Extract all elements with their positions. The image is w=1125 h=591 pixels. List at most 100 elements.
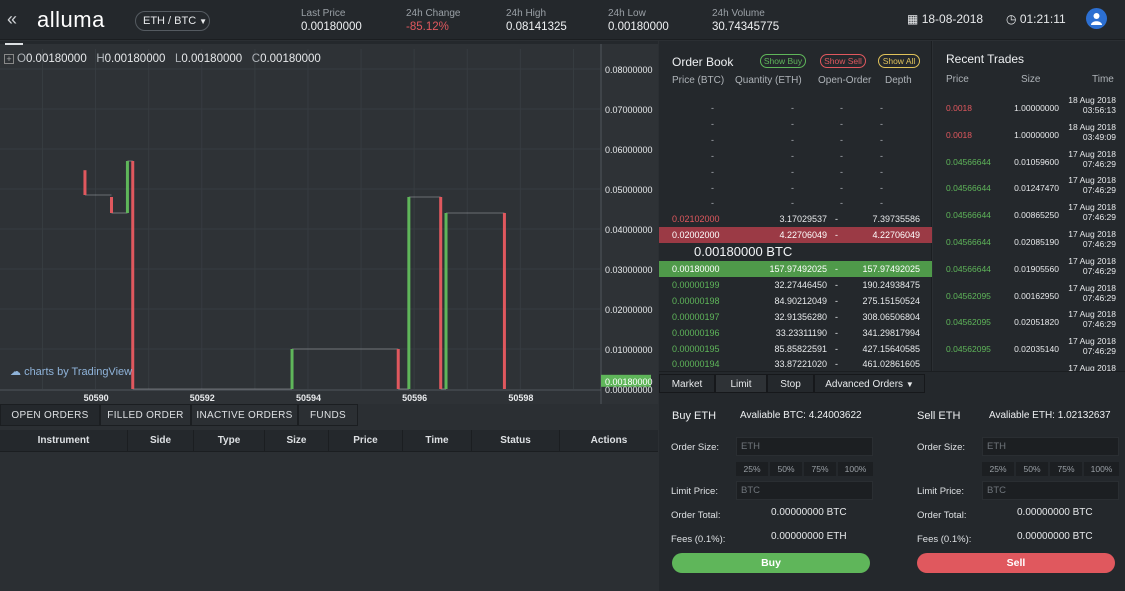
ob-price: - bbox=[711, 182, 714, 193]
ob-depth: - bbox=[880, 118, 883, 129]
buy-limit-price-input[interactable]: BTC bbox=[736, 481, 873, 500]
tab-stop[interactable]: Stop bbox=[767, 374, 814, 393]
trade-price: 0.04562095 bbox=[946, 344, 991, 355]
trade-row: 0.04562095 0.00162950 17 Aug 2018 07:46:29 bbox=[933, 282, 1125, 309]
trades-col-price: Price bbox=[946, 74, 969, 85]
tab-filled-order[interactable]: FILLED ORDER bbox=[100, 404, 191, 426]
sell-order-size-input[interactable]: ETH bbox=[982, 437, 1119, 456]
tab-inactive-orders[interactable]: INACTIVE ORDERS bbox=[191, 404, 298, 426]
sell-button[interactable]: Sell bbox=[917, 553, 1115, 573]
date-value: 18-08-2018 bbox=[921, 12, 984, 26]
trade-time: 07:46:29 bbox=[1082, 319, 1116, 330]
show-all-button[interactable]: Show All bbox=[878, 54, 920, 68]
ob-row[interactable]: ---- bbox=[659, 164, 932, 180]
col-side[interactable]: Side bbox=[128, 430, 194, 452]
ob-row[interactable]: 0.02102000 3.17029537-7.39735586 bbox=[659, 211, 932, 227]
expand-icon[interactable]: + bbox=[4, 54, 14, 64]
candle bbox=[444, 213, 448, 389]
sell-pct-50[interactable]: 50% bbox=[1016, 462, 1048, 476]
ob-row[interactable]: ---- bbox=[659, 195, 932, 211]
sell-pct-75[interactable]: 75% bbox=[1050, 462, 1082, 476]
ob-row[interactable]: 0.00000198 84.90212049-275.15150524 bbox=[659, 293, 932, 309]
trade-size: 0.02085190 bbox=[1014, 237, 1059, 247]
ob-open-order: - bbox=[840, 182, 843, 193]
trade-row: 0.04566644 0.01247470 17 Aug 2018 07:46:29 bbox=[933, 174, 1125, 201]
sell-pct-100[interactable]: 100% bbox=[1084, 462, 1119, 476]
stat-24h-high: 24h High 0.08141325 bbox=[506, 8, 567, 33]
chart-canvas[interactable]: 0.08000000 0.07000000 0.06000000 0.05000000… bbox=[0, 41, 658, 404]
sell-fees-label: Fees (0.1%): bbox=[917, 534, 972, 545]
buy-order-size-input[interactable]: ETH bbox=[736, 437, 873, 456]
tab-open-orders[interactable]: OPEN ORDERS bbox=[0, 404, 100, 426]
candle bbox=[396, 349, 400, 389]
trade-date: 17 Aug 2018 bbox=[1068, 148, 1116, 159]
stat-label: 24h Low bbox=[608, 8, 646, 19]
recent-trades-title: Recent Trades bbox=[946, 52, 1025, 66]
buy-available: Avaliable BTC: 4.24003622 bbox=[740, 410, 862, 421]
stat-24h-low: 24h Low 0.00180000 bbox=[608, 8, 669, 33]
chevron-down-icon: ▼ bbox=[199, 17, 208, 26]
tab-funds[interactable]: FUNDS bbox=[298, 404, 358, 426]
tab-market[interactable]: Market bbox=[659, 374, 715, 393]
tradingview-attribution[interactable]: ☁ charts by TradingView bbox=[10, 365, 132, 378]
ohlc-low: 0.00180000 bbox=[181, 53, 243, 65]
ob-row[interactable]: 0.00180000 157.97492025-157.97492025 bbox=[659, 261, 932, 277]
buy-fees: 0.00000000 ETH bbox=[771, 531, 847, 542]
pair-selector[interactable]: ETH / BTC ▼ bbox=[135, 11, 210, 31]
col-status[interactable]: Status bbox=[472, 430, 560, 452]
clock-icon: ◷ bbox=[1006, 12, 1017, 26]
sell-limit-price-input[interactable]: BTC bbox=[982, 481, 1119, 500]
ob-open-order: - bbox=[840, 150, 843, 161]
ob-row[interactable]: 0.00000195 85.85822591-427.15640585 bbox=[659, 341, 932, 357]
ob-price: 0.00000199 bbox=[672, 279, 720, 290]
show-sell-button[interactable]: Show Sell bbox=[820, 54, 866, 68]
stat-value: 30.74345775 bbox=[712, 21, 780, 33]
calendar-icon: ▦ bbox=[907, 12, 919, 26]
x-tick-label: 50592 bbox=[190, 393, 215, 403]
price-chart[interactable]: 0.08000000 0.07000000 0.06000000 0.05000000… bbox=[0, 41, 658, 404]
col-actions[interactable]: Actions bbox=[560, 430, 658, 452]
buy-button[interactable]: Buy bbox=[672, 553, 870, 573]
ob-depth: 4.22706049 bbox=[872, 230, 920, 241]
logo[interactable]: alluma bbox=[37, 7, 105, 33]
tab-advanced-orders[interactable]: Advanced Orders ▼ bbox=[814, 374, 925, 393]
stat-label: Last Price bbox=[301, 8, 346, 19]
ob-col-price: Price (BTC) bbox=[672, 75, 725, 86]
col-size[interactable]: Size bbox=[265, 430, 329, 452]
ob-row[interactable]: 0.00000194 33.87221020-461.02861605 bbox=[659, 356, 932, 372]
trade-size: 1.00000000 bbox=[1014, 103, 1059, 113]
buy-pct-100[interactable]: 100% bbox=[838, 462, 873, 476]
col-instrument[interactable]: Instrument bbox=[0, 430, 128, 452]
buy-pct-75[interactable]: 75% bbox=[804, 462, 836, 476]
ob-quantity: - bbox=[791, 118, 794, 129]
ob-row[interactable]: ---- bbox=[659, 100, 932, 116]
collapse-sidebar-icon[interactable]: « bbox=[7, 10, 17, 28]
ob-row[interactable]: 0.00000197 32.91356280-308.06506804 bbox=[659, 309, 932, 325]
ob-row[interactable]: 0.00000199 32.27446450-190.24938475 bbox=[659, 277, 932, 293]
ob-quantity: 32.91356280 bbox=[774, 311, 827, 322]
caret-down-icon: ▼ bbox=[905, 380, 914, 389]
ob-row[interactable]: 0.02002000 4.22706049-4.22706049 bbox=[659, 227, 932, 244]
tab-limit[interactable]: Limit bbox=[715, 374, 767, 393]
user-avatar[interactable] bbox=[1086, 8, 1107, 29]
col-price[interactable]: Price bbox=[329, 430, 403, 452]
order-book: Order Book Show Buy Show Sell Show All P… bbox=[659, 41, 932, 371]
show-buy-button[interactable]: Show Buy bbox=[760, 54, 806, 68]
sell-pct-25[interactable]: 25% bbox=[982, 462, 1014, 476]
ob-row[interactable]: 0.00000196 33.23311190-341.29817994 bbox=[659, 325, 932, 341]
order-book-title: Order Book bbox=[672, 55, 734, 69]
col-time[interactable]: Time bbox=[403, 430, 472, 452]
ob-quantity: 33.23311190 bbox=[775, 327, 827, 338]
col-type[interactable]: Type bbox=[194, 430, 265, 452]
ob-quantity: 157.97492025 bbox=[769, 264, 827, 274]
orders-panel: OPEN ORDERS FILLED ORDER INACTIVE ORDERS… bbox=[0, 404, 658, 591]
ob-row[interactable]: ---- bbox=[659, 132, 932, 148]
ob-row[interactable]: ---- bbox=[659, 180, 932, 196]
buy-pct-25[interactable]: 25% bbox=[736, 462, 768, 476]
tradingview-cloud-icon: ☁ bbox=[10, 366, 21, 378]
ob-open-order: - bbox=[840, 134, 843, 145]
buy-pct-50[interactable]: 50% bbox=[770, 462, 802, 476]
ob-row[interactable]: ---- bbox=[659, 148, 932, 164]
ob-row[interactable]: ---- bbox=[659, 116, 932, 132]
buy-fees-label: Fees (0.1%): bbox=[671, 534, 726, 545]
